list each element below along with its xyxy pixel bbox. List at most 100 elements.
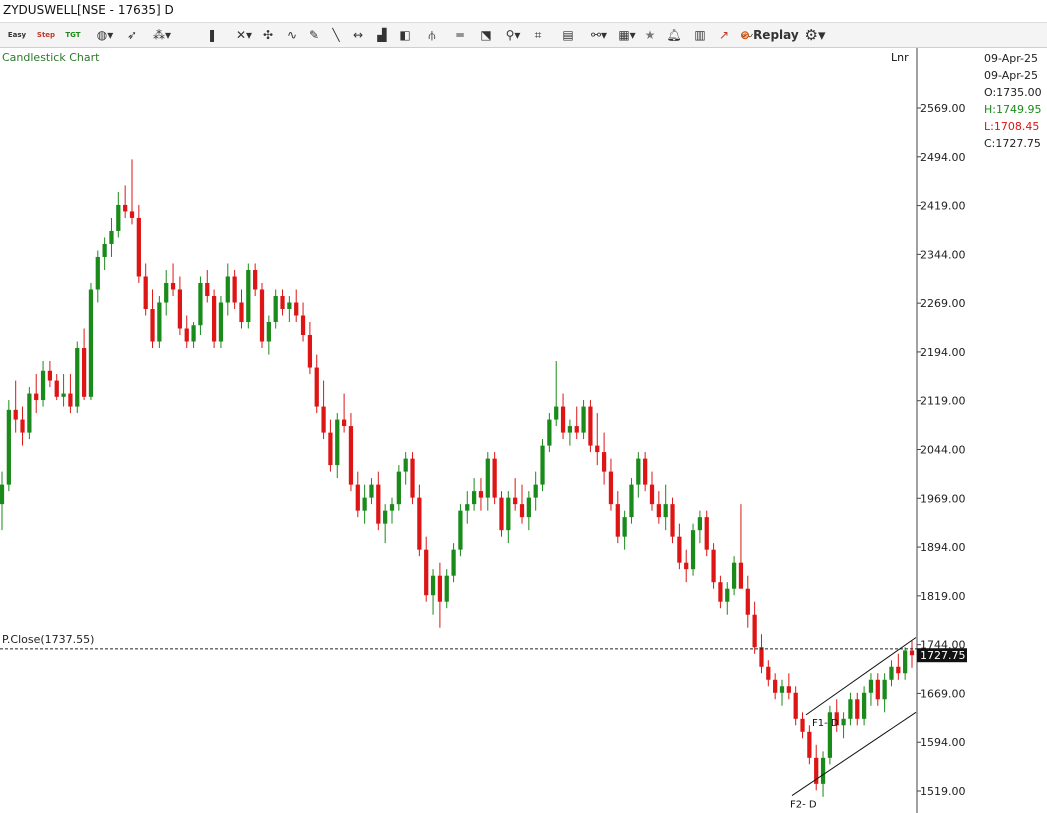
candle-body: [636, 458, 641, 485]
candle-body: [499, 497, 504, 531]
chart-title: Candlestick Chart: [2, 51, 100, 64]
candle-body: [68, 393, 73, 407]
y-tick-label: 2269.00: [920, 297, 966, 310]
candle-body: [608, 471, 614, 505]
fib-icon[interactable]: ⚲▾: [500, 25, 526, 45]
layout-icon[interactable]: ▦▾: [614, 25, 640, 45]
candle-body: [348, 426, 354, 485]
candle-body: [170, 282, 176, 290]
template-icon[interactable]: ⌗: [530, 25, 546, 45]
candle-body: [136, 217, 141, 277]
candle-body: [116, 204, 121, 231]
pages-icon[interactable]: ▤: [560, 25, 576, 45]
link-icon[interactable]: ⚯▾: [586, 25, 612, 45]
y-tick-label: 1969.00: [920, 492, 966, 505]
alert-icon[interactable]: ▥: [692, 25, 708, 45]
tgt-icon[interactable]: TGT: [64, 25, 82, 45]
candle-body: [786, 686, 791, 693]
candle-body: [150, 308, 155, 342]
candle-body: [417, 497, 422, 550]
candle-body: [362, 497, 367, 511]
crosshair-icon[interactable]: ✕▾: [232, 25, 256, 45]
pencil-icon[interactable]: ✎: [306, 25, 322, 45]
hline-icon[interactable]: ↔: [350, 25, 366, 45]
draw-tool-icon[interactable]: ⁂▾: [150, 25, 174, 45]
candle-body: [861, 692, 867, 719]
candle-body: [109, 230, 114, 244]
ruler-icon[interactable]: ⬔: [478, 25, 494, 45]
settings-icon[interactable]: ⚙▾: [802, 25, 828, 45]
candle-body: [54, 380, 59, 397]
candle-body: [95, 256, 100, 290]
candle-body: [547, 419, 552, 446]
y-tick-label: 2494.00: [920, 151, 966, 164]
parallel-lines-icon[interactable]: ═: [452, 25, 468, 45]
candle-body: [389, 504, 395, 511]
candle-body: [506, 497, 511, 531]
candle-body: [164, 282, 169, 303]
candle-body: [81, 348, 87, 397]
bell-icon[interactable]: 🔔︎: [666, 25, 682, 45]
prev-close-label: P.Close(1737.55): [2, 633, 94, 646]
fork-icon[interactable]: ⫛: [424, 25, 440, 45]
candle-body: [341, 419, 347, 427]
magnet-icon[interactable]: ✣: [260, 25, 276, 45]
candle-body: [232, 276, 237, 303]
candle-body: [478, 491, 484, 498]
candle-body: [485, 458, 490, 498]
y-tick-label: 1894.00: [920, 541, 966, 554]
candle-body: [225, 276, 230, 303]
candle-body: [492, 458, 497, 498]
ohlc-date-1: 09-Apr-25: [984, 52, 1039, 65]
candle-body: [718, 582, 723, 602]
y-tick-label: 2119.00: [920, 395, 966, 408]
last-price-label: 1727.75: [920, 649, 966, 662]
ohlc-date-2: 09-Apr-25: [984, 69, 1039, 82]
globe-icon[interactable]: ◍▾: [92, 25, 118, 45]
candle-body: [396, 471, 401, 505]
replay-icon: ⊛: [740, 28, 751, 42]
candle-body: [123, 204, 128, 212]
box-icon[interactable]: ◧: [397, 25, 413, 45]
candle-body: [588, 406, 593, 446]
candle-body: [253, 269, 258, 290]
candle-body: [430, 575, 436, 596]
candle-body: [6, 409, 11, 485]
candle-body: [451, 549, 456, 576]
candle-body: [643, 458, 648, 485]
candle-body: [294, 302, 299, 316]
candle-body: [841, 718, 846, 726]
candle-body: [731, 562, 737, 589]
candle-body: [690, 530, 696, 570]
candle-body: [40, 370, 46, 401]
indicator-icon[interactable]: ↗: [716, 25, 732, 45]
replay-button[interactable]: ⊛ Replay: [740, 25, 799, 45]
candle-body: [61, 393, 66, 397]
candle-body: [704, 517, 709, 550]
candle-body: [191, 325, 196, 342]
candle-body: [800, 718, 805, 732]
candlestick-chart[interactable]: 2569.00 2494.00 2419.00 2344.00 2269.00 2194.…: [0, 48, 1047, 813]
candle-body: [198, 282, 203, 326]
candle-body: [280, 295, 285, 309]
candle-type-icon[interactable]: ❚: [203, 25, 221, 45]
candle-body: [752, 614, 757, 648]
chart-area[interactable]: 2569.00 2494.00 2419.00 2344.00 2269.00 2194.…: [0, 48, 1047, 813]
line-icon[interactable]: ╲: [328, 25, 344, 45]
y-tick-label: 2044.00: [920, 444, 966, 457]
candle-body: [465, 504, 470, 511]
candle-body: [738, 562, 744, 589]
step-icon[interactable]: Step: [36, 25, 56, 45]
volume-bars-icon[interactable]: ▟: [374, 25, 390, 45]
cursor-icon[interactable]: ➶: [122, 25, 142, 45]
candle-body: [540, 445, 545, 485]
candle-body: [102, 243, 107, 257]
ohlc-low: L:1708.45: [984, 120, 1040, 133]
step-label: Step: [36, 31, 56, 39]
candle-body: [663, 504, 668, 518]
ohlc-high: H:1749.95: [984, 103, 1042, 116]
easy-icon[interactable]: Easy: [8, 25, 26, 45]
curve-icon[interactable]: ∿: [284, 25, 300, 45]
star-icon[interactable]: ★: [642, 25, 658, 45]
scale-mode-label[interactable]: Lnr: [891, 51, 909, 64]
